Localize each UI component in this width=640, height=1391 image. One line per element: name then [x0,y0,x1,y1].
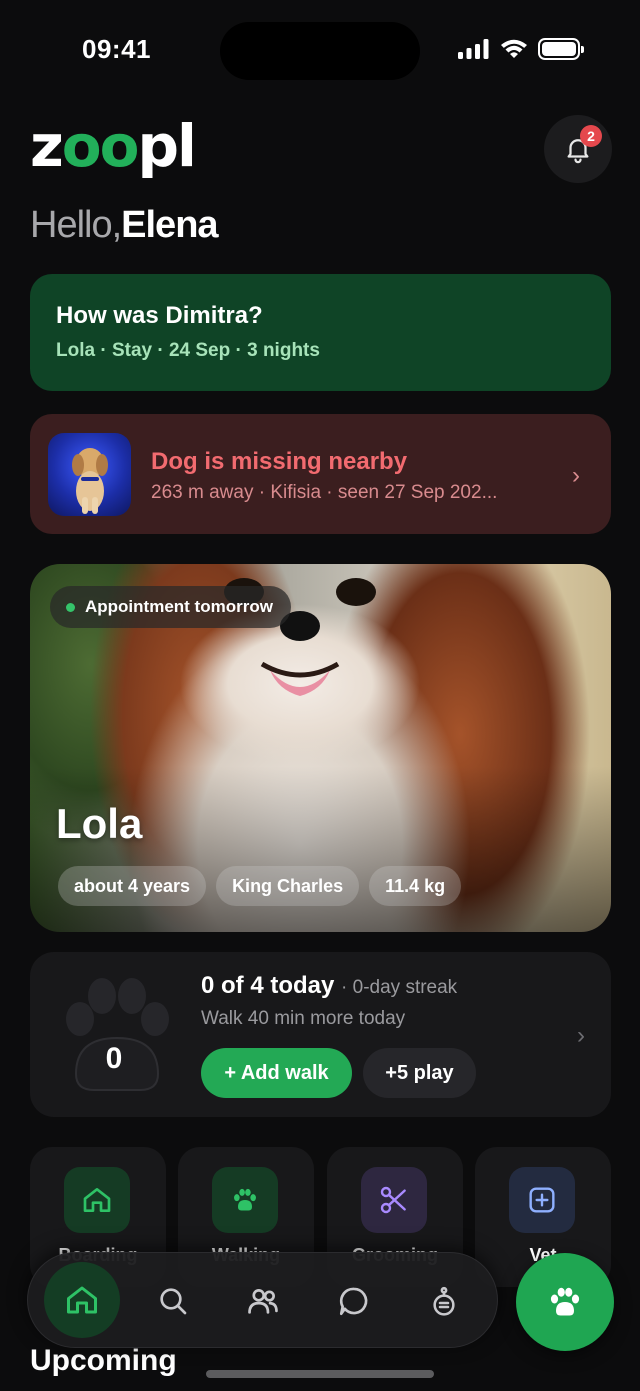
status-icons [458,38,584,60]
activity-subtitle: Walk 40 min more today [201,1008,406,1029]
pet-weight-chip: 11.4 kg [369,866,462,906]
missing-dog-card[interactable]: Dog is missing nearby 263 m away · Kifis… [30,414,611,534]
walk-count: 0 [105,1042,123,1075]
add-walk-button[interactable]: + Add walk [201,1048,352,1098]
users-icon [248,1289,278,1314]
status-dot-icon [66,602,75,612]
paw-icon [550,1287,580,1316]
tab-messages[interactable] [323,1270,385,1332]
activity-title: 0 of 4 today · 0-day streak [201,972,458,999]
chat-icon [339,1287,368,1316]
greeting: Hello,Elena [30,204,219,246]
plus-square-icon [509,1167,575,1233]
chevron-right-icon: › [572,462,580,489]
missing-dog-photo [48,433,131,516]
dynamic-island [220,22,420,80]
wifi-icon [501,39,527,58]
tab-community[interactable] [232,1270,294,1332]
add-play-button[interactable]: +5 play [363,1048,476,1098]
pet-chips: about 4 years King Charles 11.4 kg [58,866,462,906]
scissors-icon [361,1167,427,1233]
review-subtitle: Lola · Stay · 24 Sep · 3 nights [56,340,320,361]
house-icon [64,1167,130,1233]
tab-profile[interactable] [413,1270,475,1332]
pet-name: Lola [56,800,143,847]
pet-action-button[interactable] [516,1253,614,1351]
tab-search[interactable] [142,1270,204,1332]
appointment-badge: Appointment tomorrow [50,586,291,628]
zoopl-logo: zoopl [30,112,197,180]
review-card[interactable]: How was Dimitra? Lola · Stay · 24 Sep · … [30,274,611,391]
signal-icon [458,39,489,59]
notification-badge: 2 [580,125,602,147]
chevron-right-icon: › [577,1022,585,1049]
status-time: 09:41 [82,34,151,64]
review-title: How was Dimitra? [56,302,263,329]
house-icon [67,1286,97,1314]
tab-home[interactable] [44,1262,120,1338]
missing-title: Dog is missing nearby [151,448,408,475]
upcoming-heading: Upcoming [30,1344,177,1377]
search-icon [160,1288,187,1315]
missing-subtitle: 263 m away · Kifisia · seen 27 Sep 202..… [151,482,498,503]
home-indicator [206,1370,434,1378]
bottom-nav [27,1252,498,1348]
battery-icon [538,38,584,60]
streak-label: · 0-day streak [341,977,458,998]
paw-icon [212,1167,278,1233]
pet-age-chip: about 4 years [58,866,207,906]
notifications-button[interactable]: 2 [544,115,612,183]
pet-tag-icon [433,1286,455,1316]
pet-breed-chip: King Charles [216,866,360,906]
pet-card[interactable]: Appointment tomorrow Lola about 4 years … [30,564,611,932]
